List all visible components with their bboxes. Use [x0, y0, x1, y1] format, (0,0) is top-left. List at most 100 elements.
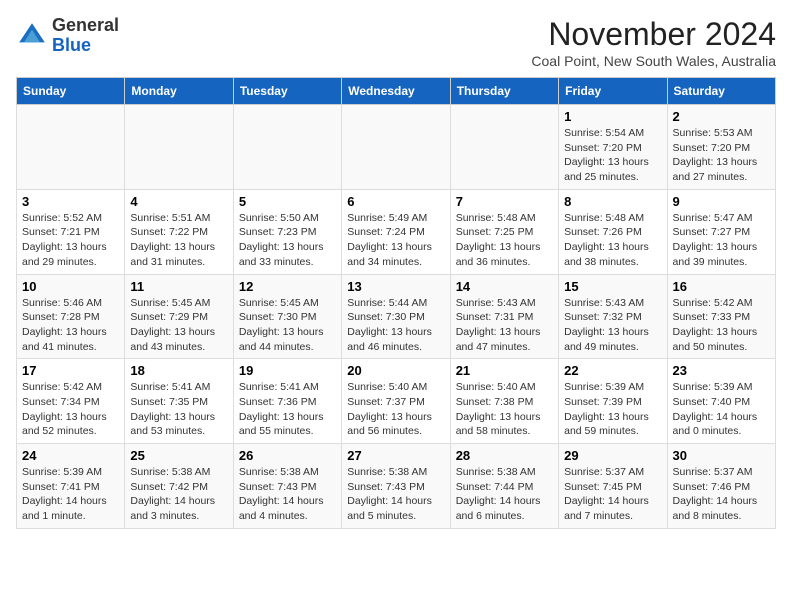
day-info-line: Daylight: 14 hours: [673, 494, 770, 509]
day-info-line: Daylight: 14 hours: [564, 494, 661, 509]
calendar-cell: 6Sunrise: 5:49 AMSunset: 7:24 PMDaylight…: [342, 189, 450, 274]
day-info-line: Sunrise: 5:43 AM: [564, 296, 661, 311]
day-info-line: Sunrise: 5:39 AM: [22, 465, 119, 480]
calendar-cell: [450, 105, 558, 190]
day-info-line: and 52 minutes.: [22, 424, 119, 439]
day-number: 19: [239, 363, 336, 378]
day-info-line: Daylight: 13 hours: [564, 155, 661, 170]
calendar-body: 1Sunrise: 5:54 AMSunset: 7:20 PMDaylight…: [17, 105, 776, 529]
day-info-line: Daylight: 13 hours: [239, 325, 336, 340]
calendar-cell: 9Sunrise: 5:47 AMSunset: 7:27 PMDaylight…: [667, 189, 775, 274]
day-info-line: Daylight: 13 hours: [130, 240, 227, 255]
day-info-line: and 33 minutes.: [239, 255, 336, 270]
day-number: 2: [673, 109, 770, 124]
day-info-line: Daylight: 13 hours: [564, 240, 661, 255]
calendar-cell: [125, 105, 233, 190]
day-info-line: and 49 minutes.: [564, 340, 661, 355]
day-number: 3: [22, 194, 119, 209]
calendar-header: SundayMondayTuesdayWednesdayThursdayFrid…: [17, 78, 776, 105]
day-of-week-header: Tuesday: [233, 78, 341, 105]
day-info-line: Sunrise: 5:38 AM: [347, 465, 444, 480]
logo-blue: Blue: [52, 36, 119, 56]
calendar-cell: 15Sunrise: 5:43 AMSunset: 7:32 PMDayligh…: [559, 274, 667, 359]
header: General Blue November 2024 Coal Point, N…: [16, 16, 776, 69]
day-info-line: and 38 minutes.: [564, 255, 661, 270]
day-info-line: Daylight: 14 hours: [673, 410, 770, 425]
day-info-line: Sunrise: 5:41 AM: [130, 380, 227, 395]
day-info-line: Sunset: 7:25 PM: [456, 225, 553, 240]
calendar-cell: 16Sunrise: 5:42 AMSunset: 7:33 PMDayligh…: [667, 274, 775, 359]
month-title: November 2024: [531, 16, 776, 53]
day-info-line: Sunset: 7:41 PM: [22, 480, 119, 495]
day-info-line: Sunset: 7:27 PM: [673, 225, 770, 240]
day-info-line: Sunrise: 5:38 AM: [239, 465, 336, 480]
day-info-line: Sunrise: 5:44 AM: [347, 296, 444, 311]
day-info-line: Sunset: 7:33 PM: [673, 310, 770, 325]
day-info-line: Daylight: 13 hours: [239, 410, 336, 425]
day-info-line: Sunrise: 5:49 AM: [347, 211, 444, 226]
day-info-line: Sunset: 7:36 PM: [239, 395, 336, 410]
calendar-week-row: 1Sunrise: 5:54 AMSunset: 7:20 PMDaylight…: [17, 105, 776, 190]
day-number: 26: [239, 448, 336, 463]
day-info-line: Sunset: 7:20 PM: [564, 141, 661, 156]
day-info-line: Daylight: 13 hours: [456, 410, 553, 425]
day-info-line: Sunrise: 5:41 AM: [239, 380, 336, 395]
calendar-cell: 2Sunrise: 5:53 AMSunset: 7:20 PMDaylight…: [667, 105, 775, 190]
day-info-line: Sunset: 7:22 PM: [130, 225, 227, 240]
header-row: SundayMondayTuesdayWednesdayThursdayFrid…: [17, 78, 776, 105]
day-of-week-header: Sunday: [17, 78, 125, 105]
day-info-line: Sunset: 7:20 PM: [673, 141, 770, 156]
day-of-week-header: Friday: [559, 78, 667, 105]
day-info-line: Sunset: 7:28 PM: [22, 310, 119, 325]
day-number: 11: [130, 279, 227, 294]
day-info-line: Sunset: 7:29 PM: [130, 310, 227, 325]
day-info-line: Sunset: 7:30 PM: [239, 310, 336, 325]
day-info-line: Daylight: 13 hours: [22, 325, 119, 340]
day-info-line: and 0 minutes.: [673, 424, 770, 439]
day-info-line: and 29 minutes.: [22, 255, 119, 270]
day-info-line: Sunrise: 5:45 AM: [130, 296, 227, 311]
day-info-line: Daylight: 13 hours: [673, 325, 770, 340]
day-info-line: and 7 minutes.: [564, 509, 661, 524]
day-info-line: Daylight: 13 hours: [130, 410, 227, 425]
day-number: 14: [456, 279, 553, 294]
day-number: 29: [564, 448, 661, 463]
day-info-line: Sunset: 7:34 PM: [22, 395, 119, 410]
day-number: 5: [239, 194, 336, 209]
day-info-line: Sunrise: 5:52 AM: [22, 211, 119, 226]
day-info-line: Sunset: 7:32 PM: [564, 310, 661, 325]
day-info-line: Daylight: 13 hours: [673, 155, 770, 170]
day-info-line: and 6 minutes.: [456, 509, 553, 524]
calendar-cell: 7Sunrise: 5:48 AMSunset: 7:25 PMDaylight…: [450, 189, 558, 274]
day-number: 20: [347, 363, 444, 378]
day-info-line: Sunset: 7:39 PM: [564, 395, 661, 410]
day-info-line: Daylight: 13 hours: [456, 325, 553, 340]
calendar-week-row: 3Sunrise: 5:52 AMSunset: 7:21 PMDaylight…: [17, 189, 776, 274]
day-info-line: and 4 minutes.: [239, 509, 336, 524]
day-info-line: and 53 minutes.: [130, 424, 227, 439]
day-info-line: Sunset: 7:37 PM: [347, 395, 444, 410]
day-info-line: Sunset: 7:43 PM: [347, 480, 444, 495]
day-info-line: Sunrise: 5:40 AM: [456, 380, 553, 395]
calendar-week-row: 17Sunrise: 5:42 AMSunset: 7:34 PMDayligh…: [17, 359, 776, 444]
day-number: 27: [347, 448, 444, 463]
calendar-cell: 28Sunrise: 5:38 AMSunset: 7:44 PMDayligh…: [450, 444, 558, 529]
calendar-cell: 12Sunrise: 5:45 AMSunset: 7:30 PMDayligh…: [233, 274, 341, 359]
day-number: 23: [673, 363, 770, 378]
day-info-line: Sunrise: 5:37 AM: [564, 465, 661, 480]
day-info-line: Sunrise: 5:46 AM: [22, 296, 119, 311]
day-info-line: and 50 minutes.: [673, 340, 770, 355]
day-info-line: Daylight: 13 hours: [22, 410, 119, 425]
day-info-line: Daylight: 14 hours: [130, 494, 227, 509]
day-info-line: Sunset: 7:31 PM: [456, 310, 553, 325]
day-number: 7: [456, 194, 553, 209]
day-info-line: and 25 minutes.: [564, 170, 661, 185]
day-info-line: and 46 minutes.: [347, 340, 444, 355]
day-info-line: and 1 minute.: [22, 509, 119, 524]
day-number: 25: [130, 448, 227, 463]
calendar-cell: 5Sunrise: 5:50 AMSunset: 7:23 PMDaylight…: [233, 189, 341, 274]
calendar-cell: [17, 105, 125, 190]
calendar-cell: 25Sunrise: 5:38 AMSunset: 7:42 PMDayligh…: [125, 444, 233, 529]
day-info-line: Daylight: 13 hours: [239, 240, 336, 255]
day-info-line: Sunset: 7:43 PM: [239, 480, 336, 495]
